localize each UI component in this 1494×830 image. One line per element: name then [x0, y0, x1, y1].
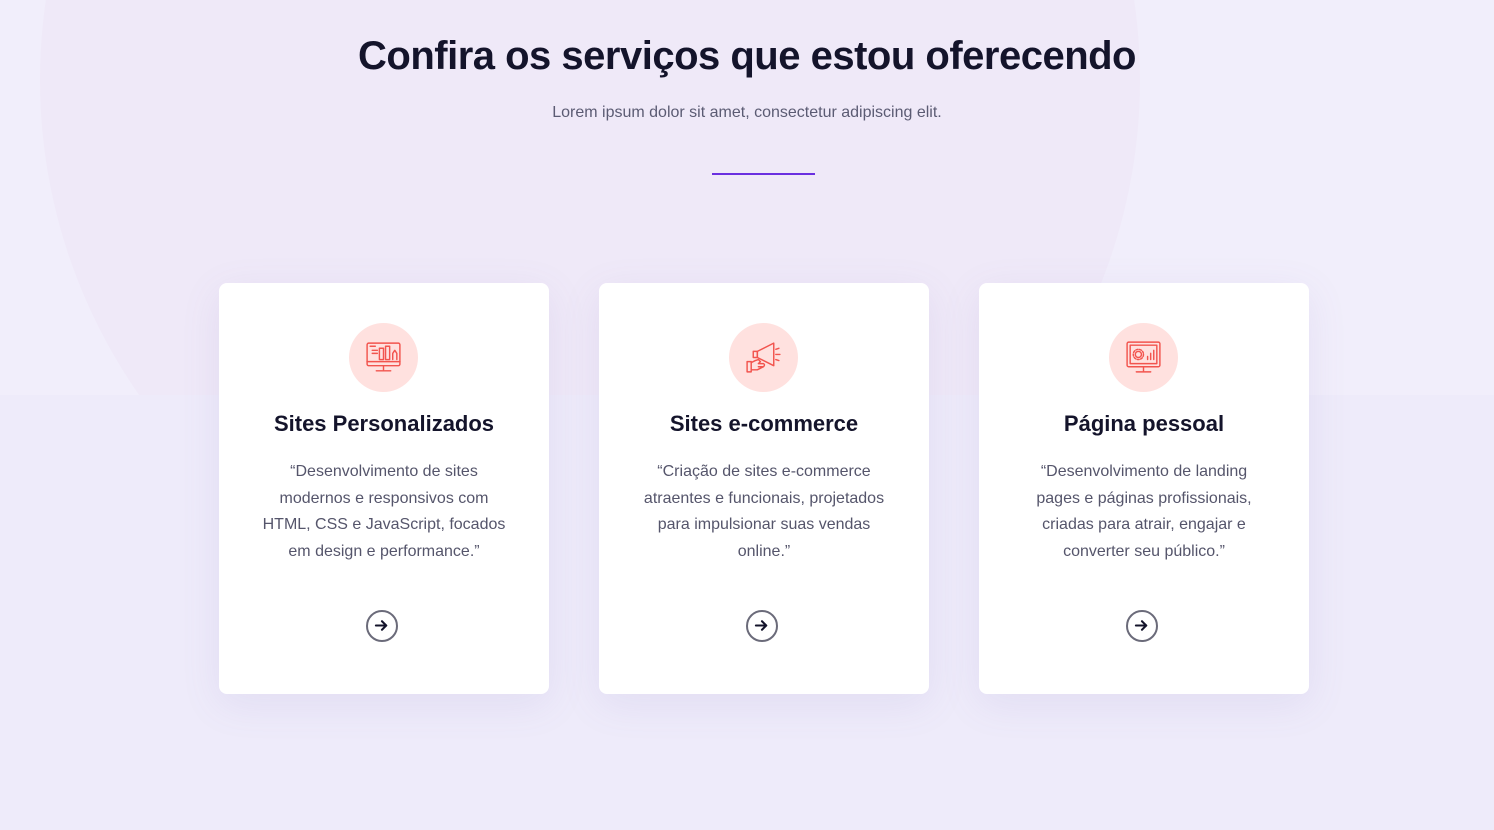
services-section: Confira os serviços que estou oferecendo… — [0, 0, 1494, 830]
services-cards: Sites Personalizados “Desenvolvimento de… — [219, 283, 1309, 694]
arrow-right-icon — [1134, 620, 1148, 631]
service-card-sites-personalizados: Sites Personalizados “Desenvolvimento de… — [219, 283, 549, 694]
service-title: Sites e-commerce — [669, 411, 859, 436]
service-card-sites-ecommerce: Sites e-commerce “Criação de sites e-com… — [599, 283, 929, 694]
service-title: Sites Personalizados — [273, 411, 495, 436]
service-description: “Desenvolvimento de sites modernos e res… — [262, 463, 506, 560]
arrow-right-icon — [754, 620, 768, 631]
service-title: Página pessoal — [1063, 411, 1225, 436]
section-title: Confira os serviços que estou oferecendo — [358, 34, 1137, 78]
service-card-pagina-pessoal: Página pessoal “Desenvolvimento de landi… — [979, 283, 1309, 694]
web-design-monitor-icon — [349, 323, 418, 392]
service-arrow-button[interactable] — [746, 610, 778, 642]
monitor-settings-chart-icon — [1109, 323, 1178, 392]
section-subtitle: Lorem ipsum dolor sit amet, consectetur … — [552, 104, 942, 121]
service-arrow-button[interactable] — [366, 610, 398, 642]
arrow-right-icon — [374, 620, 388, 631]
service-description: “Criação de sites e-commerce atraentes e… — [643, 463, 885, 560]
service-description: “Desenvolvimento de landing pages e pági… — [1036, 463, 1252, 560]
title-divider — [712, 173, 815, 175]
megaphone-hand-icon — [729, 323, 798, 392]
service-arrow-button[interactable] — [1126, 610, 1158, 642]
